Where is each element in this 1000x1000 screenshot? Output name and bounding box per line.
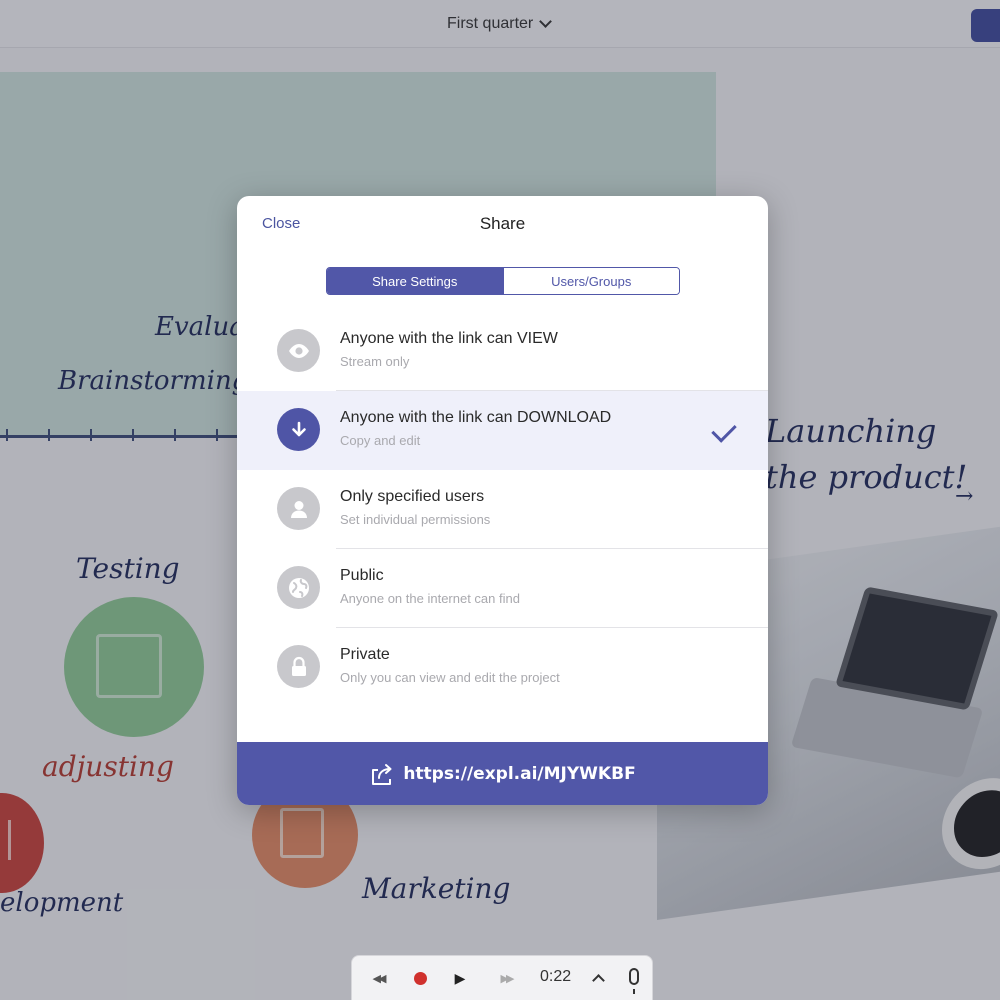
download-icon [277, 408, 320, 451]
globe-icon [277, 566, 320, 609]
rewind-icon: ◀◀ [372, 972, 387, 985]
tab-share-settings[interactable]: Share Settings [327, 268, 503, 294]
option-sublabel: Set individual permissions [340, 512, 491, 527]
playback-time: 0:22 [540, 968, 572, 985]
option-sublabel: Anyone on the internet can find [340, 591, 520, 606]
option-sublabel: Copy and edit [340, 433, 421, 448]
option-view[interactable]: Anyone with the link can VIEW Stream onl… [237, 312, 768, 391]
option-label: Anyone with the link can VIEW [340, 330, 558, 347]
share-tabs: Share Settings Users/Groups [326, 267, 680, 295]
option-private[interactable]: Private Only you can view and edit the p… [237, 628, 768, 707]
rewind-button[interactable]: ◀◀ [364, 968, 392, 988]
microphone-icon [629, 967, 639, 994]
lock-icon [277, 645, 320, 688]
playback-toolbar: ◀◀ ▶ ▶▶ 0:22 [351, 955, 653, 1000]
expand-button[interactable] [588, 968, 608, 988]
option-label: Only specified users [340, 488, 485, 505]
option-specified-users[interactable]: Only specified users Set individual perm… [237, 470, 768, 549]
option-download[interactable]: Anyone with the link can DOWNLOAD Copy a… [237, 391, 768, 470]
option-label: Public [340, 567, 384, 584]
play-button[interactable]: ▶ [450, 968, 470, 988]
share-link-url: https://expl.ai/MJYWKBF [403, 763, 636, 784]
play-icon: ▶ [454, 969, 466, 986]
dialog-title: Share [479, 214, 526, 233]
checkmark-icon [711, 417, 737, 443]
tab-users-groups[interactable]: Users/Groups [502, 268, 679, 294]
option-sublabel: Stream only [340, 354, 410, 369]
share-link-button[interactable]: https://expl.ai/MJYWKBF [237, 742, 768, 805]
record-icon [413, 971, 427, 985]
forward-button[interactable]: ▶▶ [492, 968, 520, 988]
option-sublabel: Only you can view and edit the project [340, 670, 560, 685]
chevron-up-icon [591, 974, 605, 987]
eye-icon [277, 329, 320, 372]
option-label: Private [340, 646, 390, 663]
share-icon [372, 763, 392, 785]
user-icon [277, 487, 320, 530]
microphone-button[interactable] [624, 966, 644, 994]
fast-forward-icon: ▶▶ [500, 972, 515, 985]
option-public[interactable]: Public Anyone on the internet can find [237, 549, 768, 628]
share-dialog: Close Share Share Settings Users/Groups … [237, 196, 768, 805]
option-label: Anyone with the link can DOWNLOAD [340, 409, 612, 426]
record-button[interactable] [408, 968, 432, 988]
